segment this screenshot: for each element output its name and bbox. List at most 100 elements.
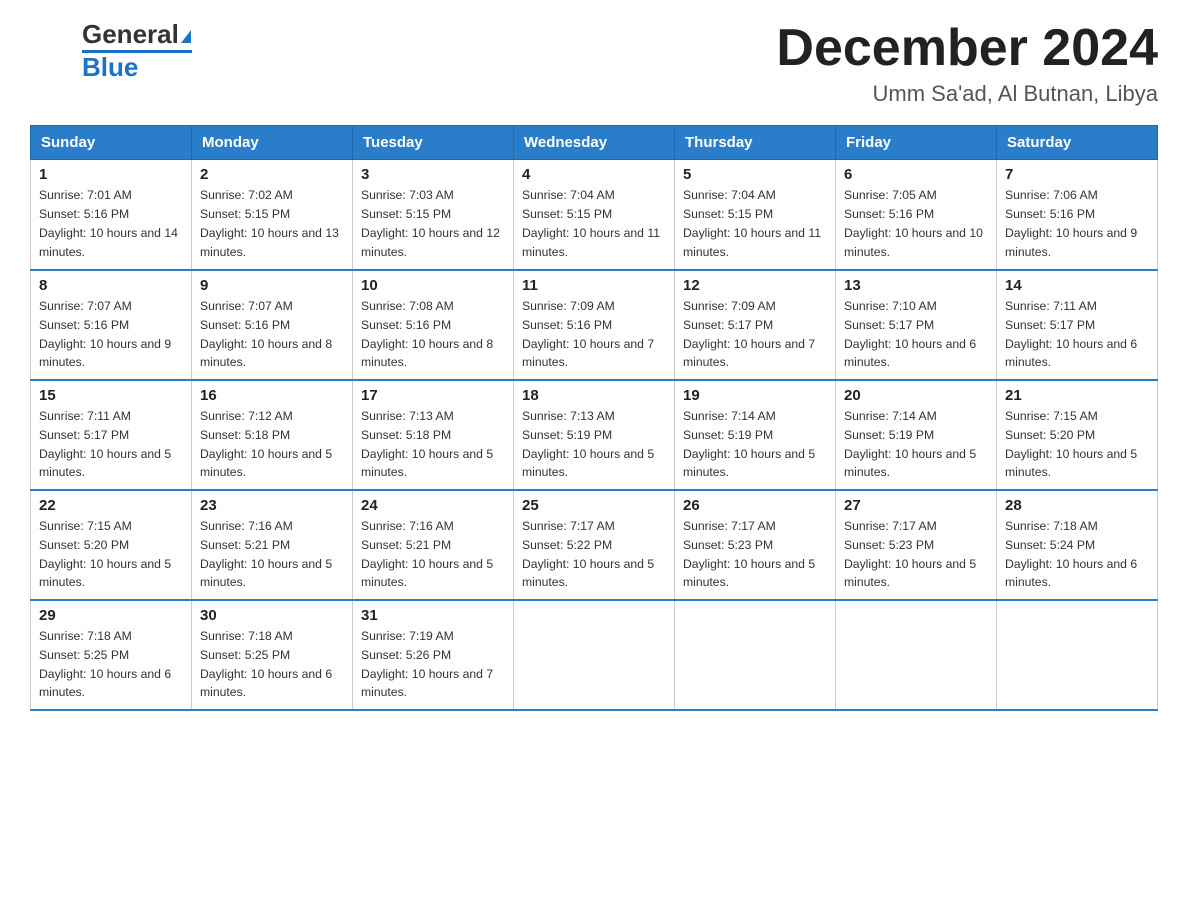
day-number: 22	[39, 497, 183, 514]
day-number: 1	[39, 166, 183, 183]
calendar-cell: 31 Sunrise: 7:19 AMSunset: 5:26 PMDaylig…	[353, 600, 514, 710]
day-number: 3	[361, 166, 505, 183]
calendar-cell: 13 Sunrise: 7:10 AMSunset: 5:17 PMDaylig…	[836, 270, 997, 380]
logo-general-text: General	[82, 19, 179, 49]
day-number: 11	[522, 277, 666, 294]
day-info: Sunrise: 7:07 AMSunset: 5:16 PMDaylight:…	[39, 299, 171, 370]
page-header: General Blue December 2024 Umm Sa'ad, Al…	[30, 20, 1158, 107]
calendar-cell: 7 Sunrise: 7:06 AMSunset: 5:16 PMDayligh…	[997, 160, 1158, 270]
calendar-week-row: 22 Sunrise: 7:15 AMSunset: 5:20 PMDaylig…	[31, 490, 1158, 600]
calendar-week-row: 8 Sunrise: 7:07 AMSunset: 5:16 PMDayligh…	[31, 270, 1158, 380]
day-info: Sunrise: 7:07 AMSunset: 5:16 PMDaylight:…	[200, 299, 332, 370]
day-number: 16	[200, 387, 344, 404]
day-number: 27	[844, 497, 988, 514]
day-number: 18	[522, 387, 666, 404]
day-info: Sunrise: 7:06 AMSunset: 5:16 PMDaylight:…	[1005, 188, 1137, 259]
calendar-cell: 17 Sunrise: 7:13 AMSunset: 5:18 PMDaylig…	[353, 380, 514, 490]
calendar-cell: 16 Sunrise: 7:12 AMSunset: 5:18 PMDaylig…	[192, 380, 353, 490]
day-info: Sunrise: 7:01 AMSunset: 5:16 PMDaylight:…	[39, 188, 178, 259]
day-number: 24	[361, 497, 505, 514]
calendar-table: SundayMondayTuesdayWednesdayThursdayFrid…	[30, 125, 1158, 711]
header-thursday: Thursday	[675, 126, 836, 160]
day-number: 8	[39, 277, 183, 294]
day-number: 13	[844, 277, 988, 294]
day-info: Sunrise: 7:19 AMSunset: 5:26 PMDaylight:…	[361, 629, 493, 700]
day-info: Sunrise: 7:17 AMSunset: 5:22 PMDaylight:…	[522, 519, 654, 590]
day-number: 2	[200, 166, 344, 183]
day-info: Sunrise: 7:10 AMSunset: 5:17 PMDaylight:…	[844, 299, 976, 370]
calendar-cell	[836, 600, 997, 710]
calendar-cell: 24 Sunrise: 7:16 AMSunset: 5:21 PMDaylig…	[353, 490, 514, 600]
calendar-cell: 20 Sunrise: 7:14 AMSunset: 5:19 PMDaylig…	[836, 380, 997, 490]
calendar-cell: 5 Sunrise: 7:04 AMSunset: 5:15 PMDayligh…	[675, 160, 836, 270]
calendar-cell: 12 Sunrise: 7:09 AMSunset: 5:17 PMDaylig…	[675, 270, 836, 380]
day-info: Sunrise: 7:13 AMSunset: 5:18 PMDaylight:…	[361, 409, 493, 480]
logo-blue-text: Blue	[82, 50, 192, 81]
day-number: 6	[844, 166, 988, 183]
calendar-cell: 8 Sunrise: 7:07 AMSunset: 5:16 PMDayligh…	[31, 270, 192, 380]
day-info: Sunrise: 7:12 AMSunset: 5:18 PMDaylight:…	[200, 409, 332, 480]
header-monday: Monday	[192, 126, 353, 160]
day-info: Sunrise: 7:02 AMSunset: 5:15 PMDaylight:…	[200, 188, 339, 259]
day-number: 9	[200, 277, 344, 294]
calendar-cell: 11 Sunrise: 7:09 AMSunset: 5:16 PMDaylig…	[514, 270, 675, 380]
header-sunday: Sunday	[31, 126, 192, 160]
day-info: Sunrise: 7:18 AMSunset: 5:25 PMDaylight:…	[39, 629, 171, 700]
calendar-cell: 18 Sunrise: 7:13 AMSunset: 5:19 PMDaylig…	[514, 380, 675, 490]
calendar-cell: 15 Sunrise: 7:11 AMSunset: 5:17 PMDaylig…	[31, 380, 192, 490]
calendar-cell: 27 Sunrise: 7:17 AMSunset: 5:23 PMDaylig…	[836, 490, 997, 600]
day-number: 17	[361, 387, 505, 404]
day-info: Sunrise: 7:04 AMSunset: 5:15 PMDaylight:…	[522, 188, 660, 259]
calendar-cell: 23 Sunrise: 7:16 AMSunset: 5:21 PMDaylig…	[192, 490, 353, 600]
day-info: Sunrise: 7:16 AMSunset: 5:21 PMDaylight:…	[361, 519, 493, 590]
calendar-cell	[997, 600, 1158, 710]
calendar-cell: 29 Sunrise: 7:18 AMSunset: 5:25 PMDaylig…	[31, 600, 192, 710]
day-info: Sunrise: 7:11 AMSunset: 5:17 PMDaylight:…	[1005, 299, 1137, 370]
logo-icon	[30, 25, 82, 77]
day-info: Sunrise: 7:16 AMSunset: 5:21 PMDaylight:…	[200, 519, 332, 590]
header-friday: Friday	[836, 126, 997, 160]
header-wednesday: Wednesday	[514, 126, 675, 160]
day-number: 30	[200, 607, 344, 624]
day-number: 7	[1005, 166, 1149, 183]
day-number: 19	[683, 387, 827, 404]
calendar-cell: 10 Sunrise: 7:08 AMSunset: 5:16 PMDaylig…	[353, 270, 514, 380]
month-title: December 2024	[776, 20, 1158, 77]
header-tuesday: Tuesday	[353, 126, 514, 160]
day-info: Sunrise: 7:11 AMSunset: 5:17 PMDaylight:…	[39, 409, 171, 480]
day-number: 28	[1005, 497, 1149, 514]
day-info: Sunrise: 7:05 AMSunset: 5:16 PMDaylight:…	[844, 188, 983, 259]
day-info: Sunrise: 7:08 AMSunset: 5:16 PMDaylight:…	[361, 299, 493, 370]
logo: General Blue	[30, 20, 192, 81]
day-number: 20	[844, 387, 988, 404]
calendar-cell: 28 Sunrise: 7:18 AMSunset: 5:24 PMDaylig…	[997, 490, 1158, 600]
day-number: 23	[200, 497, 344, 514]
day-info: Sunrise: 7:04 AMSunset: 5:15 PMDaylight:…	[683, 188, 821, 259]
day-info: Sunrise: 7:15 AMSunset: 5:20 PMDaylight:…	[39, 519, 171, 590]
day-number: 29	[39, 607, 183, 624]
day-number: 5	[683, 166, 827, 183]
calendar-cell: 26 Sunrise: 7:17 AMSunset: 5:23 PMDaylig…	[675, 490, 836, 600]
calendar-cell: 9 Sunrise: 7:07 AMSunset: 5:16 PMDayligh…	[192, 270, 353, 380]
day-number: 14	[1005, 277, 1149, 294]
day-info: Sunrise: 7:13 AMSunset: 5:19 PMDaylight:…	[522, 409, 654, 480]
calendar-week-row: 1 Sunrise: 7:01 AMSunset: 5:16 PMDayligh…	[31, 160, 1158, 270]
calendar-cell: 1 Sunrise: 7:01 AMSunset: 5:16 PMDayligh…	[31, 160, 192, 270]
day-number: 12	[683, 277, 827, 294]
calendar-header-row: SundayMondayTuesdayWednesdayThursdayFrid…	[31, 126, 1158, 160]
calendar-cell: 2 Sunrise: 7:02 AMSunset: 5:15 PMDayligh…	[192, 160, 353, 270]
calendar-cell: 14 Sunrise: 7:11 AMSunset: 5:17 PMDaylig…	[997, 270, 1158, 380]
calendar-week-row: 29 Sunrise: 7:18 AMSunset: 5:25 PMDaylig…	[31, 600, 1158, 710]
location-title: Umm Sa'ad, Al Butnan, Libya	[776, 81, 1158, 107]
day-number: 26	[683, 497, 827, 514]
day-info: Sunrise: 7:17 AMSunset: 5:23 PMDaylight:…	[683, 519, 815, 590]
day-info: Sunrise: 7:15 AMSunset: 5:20 PMDaylight:…	[1005, 409, 1137, 480]
day-info: Sunrise: 7:14 AMSunset: 5:19 PMDaylight:…	[683, 409, 815, 480]
day-info: Sunrise: 7:03 AMSunset: 5:15 PMDaylight:…	[361, 188, 500, 259]
day-number: 25	[522, 497, 666, 514]
header-saturday: Saturday	[997, 126, 1158, 160]
day-number: 10	[361, 277, 505, 294]
day-info: Sunrise: 7:14 AMSunset: 5:19 PMDaylight:…	[844, 409, 976, 480]
calendar-week-row: 15 Sunrise: 7:11 AMSunset: 5:17 PMDaylig…	[31, 380, 1158, 490]
calendar-cell	[514, 600, 675, 710]
